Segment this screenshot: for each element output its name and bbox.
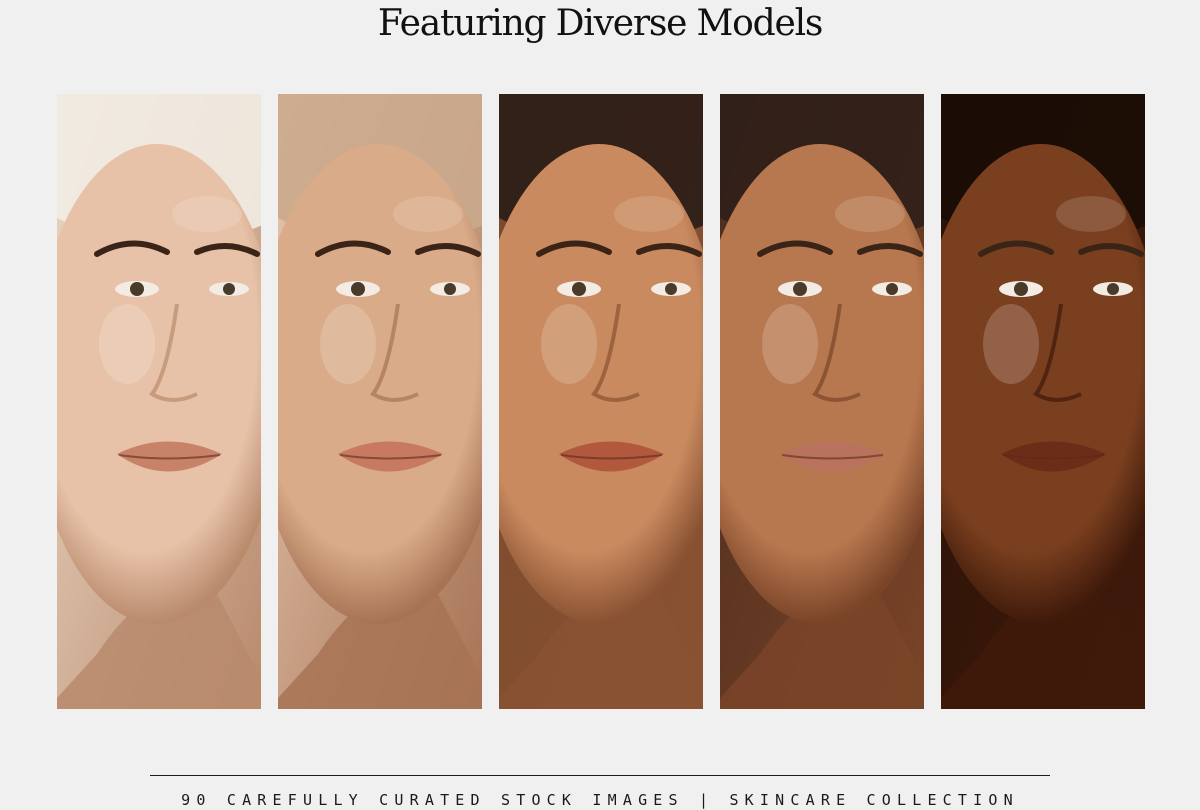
portrait-strip-5 (941, 94, 1145, 709)
portrait-fair-skin-blonde-icon (57, 94, 261, 709)
portrait-light-skin-green-eyes-icon (278, 94, 482, 709)
portrait-deep-skin-icon (941, 94, 1145, 709)
collection-caption: 90 CAREFULLY CURATED STOCK IMAGES | SKIN… (181, 791, 1019, 809)
divider-line (150, 775, 1050, 776)
portrait-freckled-skin-dark-hair-icon (720, 94, 924, 709)
portrait-tan-skin-dark-hair-icon (499, 94, 703, 709)
page-title: Featuring Diverse Models (377, 3, 824, 44)
portrait-strip-2 (278, 94, 482, 709)
portrait-strip-3 (499, 94, 703, 709)
portrait-gallery (57, 94, 1146, 709)
portrait-strip-4 (720, 94, 924, 709)
portrait-strip-1 (57, 94, 261, 709)
